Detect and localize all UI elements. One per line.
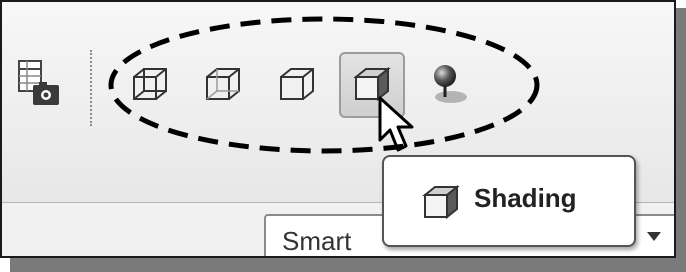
wireframe-button[interactable] (117, 52, 183, 118)
lighting-sphere-icon (434, 65, 467, 103)
report-camera-icon (18, 60, 59, 105)
mouse-cursor-icon (378, 96, 414, 152)
hidden-line-button[interactable] (264, 52, 330, 118)
no-hidden-button[interactable] (190, 52, 256, 118)
chevron-down-icon[interactable] (647, 232, 661, 241)
lighting-button[interactable] (414, 52, 480, 118)
tooltip-label: Shading (474, 183, 577, 213)
wireframe-no-hidden-icon (206, 68, 240, 100)
report-camera-button[interactable] (10, 52, 70, 118)
smart-selector-value: Smart (282, 226, 352, 256)
screenshot-frame: Smart Shading (0, 0, 676, 258)
frame-shadow-bottom (10, 258, 686, 272)
shading-tooltip: Shading (382, 155, 636, 247)
hidden-line-removal-icon (280, 68, 314, 100)
frame-shadow-right (676, 8, 686, 270)
toolbar-separator (90, 50, 94, 126)
shading-cube-icon (422, 184, 460, 220)
wireframe-hidden-lines-icon (133, 68, 167, 100)
